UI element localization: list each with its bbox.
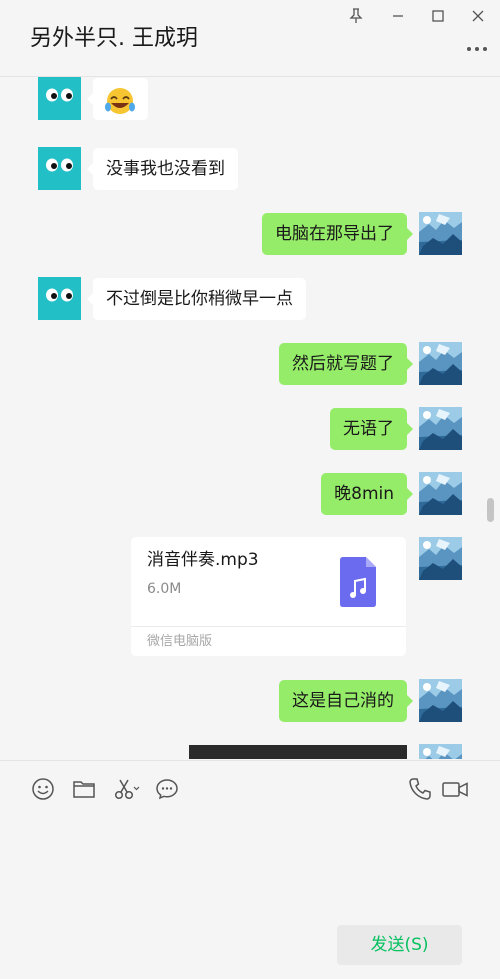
contact-avatar[interactable]	[38, 77, 81, 120]
scissors-icon[interactable]	[113, 777, 141, 801]
file-message-card[interactable]: 消音伴奏.mp3 6.0M 微信电脑版	[131, 537, 406, 656]
title-bar: 另外半只. 王成玥	[0, 0, 500, 77]
self-avatar[interactable]	[419, 679, 462, 722]
pin-icon[interactable]	[346, 6, 366, 26]
chat-scrollbar[interactable]	[487, 498, 494, 522]
self-avatar[interactable]	[419, 472, 462, 515]
video-call-icon[interactable]	[442, 777, 468, 801]
input-area: 发送(S)	[0, 760, 500, 979]
self-avatar[interactable]	[419, 407, 462, 450]
message-bubble[interactable]: 无语了	[330, 408, 413, 450]
file-name: 消音伴奏.mp3	[147, 550, 259, 570]
message-bubble[interactable]: 晚8min	[321, 473, 413, 515]
maximize-icon[interactable]	[428, 6, 448, 26]
self-avatar[interactable]	[419, 342, 462, 385]
emoji-icon[interactable]	[31, 777, 55, 801]
laughing-emoji-icon	[105, 88, 135, 114]
file-size: 6.0M	[147, 581, 182, 597]
more-icon[interactable]	[466, 40, 488, 52]
contact-avatar[interactable]	[38, 147, 81, 190]
send-button[interactable]: 发送(S)	[337, 925, 462, 965]
music-file-icon	[340, 557, 376, 607]
self-avatar[interactable]	[419, 744, 462, 759]
folder-icon[interactable]	[72, 777, 96, 801]
message-bubble[interactable]: 这是自己消的	[279, 680, 413, 722]
message-bubble[interactable]: 不过倒是比你稍微早一点	[87, 278, 306, 320]
self-avatar[interactable]	[419, 537, 462, 580]
chat-title: 另外半只. 王成玥	[30, 26, 198, 51]
message-bubble[interactable]: 没事我也没看到	[87, 148, 238, 190]
chat-history-icon[interactable]	[155, 777, 179, 801]
message-bubble[interactable]: 电脑在那导出了	[262, 213, 413, 255]
close-icon[interactable]	[468, 6, 488, 26]
minimize-icon[interactable]	[388, 6, 408, 26]
message-bubble[interactable]	[87, 78, 148, 120]
self-avatar[interactable]	[419, 212, 462, 255]
file-source-label: 微信电脑版	[131, 626, 406, 656]
image-message-thumbnail[interactable]	[189, 745, 407, 759]
message-list[interactable]: 没事我也没看到 电脑在那导出了 不过倒是比你稍微早一点 然后就写题了 无语了 晚…	[0, 77, 500, 759]
phone-icon[interactable]	[408, 777, 432, 801]
contact-avatar[interactable]	[38, 277, 81, 320]
message-bubble[interactable]: 然后就写题了	[279, 343, 413, 385]
